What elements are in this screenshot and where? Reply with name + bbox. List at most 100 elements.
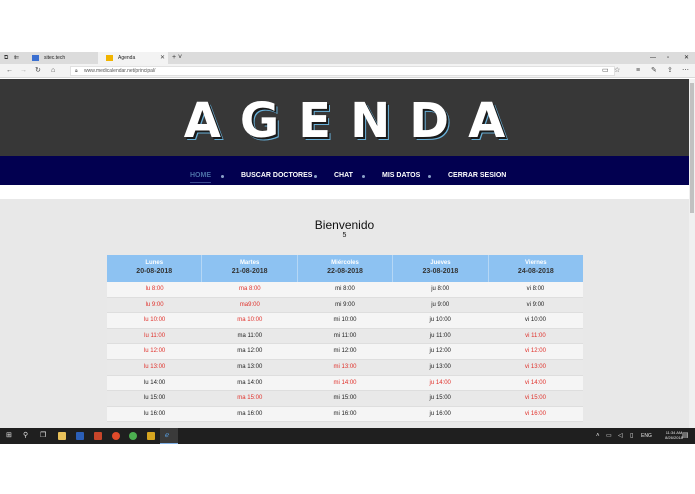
powerpoint-icon[interactable] <box>94 432 102 440</box>
time-slot[interactable]: vi 14:00 <box>487 376 584 392</box>
time-slot[interactable]: mi 11:00 <box>297 329 393 345</box>
time-slot[interactable]: vi 13:00 <box>487 360 584 376</box>
time-slot[interactable]: vi 8:00 <box>487 282 584 298</box>
forward-icon[interactable]: → <box>20 64 27 78</box>
time-slot[interactable]: ma 13:00 <box>202 360 298 376</box>
screen: ⧉ ⇇ sitec.tech Agenda ✕ + ˅ — ▫ ✕ ← → ↻ … <box>0 0 695 494</box>
day-name: Lunes <box>145 260 164 266</box>
time-slot[interactable]: ju 13:00 <box>392 360 488 376</box>
nav-home[interactable]: HOME <box>190 156 211 185</box>
nav-buscar-doctores[interactable]: BUSCAR DOCTORES <box>241 156 312 185</box>
tab-back-icon[interactable]: ⇇ <box>14 52 19 64</box>
tray-chevron-icon[interactable]: ˄ <box>596 428 600 444</box>
reading-view-icon[interactable]: ▭ <box>602 64 609 78</box>
task-view-icon[interactable]: ❐ <box>40 428 46 444</box>
time-slot[interactable]: mi 9:00 <box>297 298 393 314</box>
time-slot[interactable]: lu 10:00 <box>107 313 203 329</box>
time-slot[interactable]: ma9:00 <box>202 298 298 314</box>
time-slot[interactable]: ju 10:00 <box>392 313 488 329</box>
time-slot[interactable]: ma 10:00 <box>202 313 298 329</box>
hub-icon[interactable]: ≡ <box>636 64 640 78</box>
network-icon[interactable]: ▭ <box>606 428 612 444</box>
chrome-icon[interactable] <box>129 432 137 440</box>
time-slot[interactable]: ju 9:00 <box>392 298 488 314</box>
browser-tab-agenda[interactable]: Agenda ✕ <box>98 52 168 64</box>
share-icon[interactable]: ⇪ <box>667 64 673 78</box>
minimize-icon[interactable]: — <box>650 52 656 64</box>
home-icon[interactable]: ⌂ <box>51 64 55 78</box>
windows-start-icon[interactable]: ⊞ <box>6 428 12 444</box>
sublime-icon[interactable] <box>147 432 155 440</box>
time-slot[interactable]: vi 9:00 <box>487 298 584 314</box>
back-icon[interactable]: ← <box>6 64 13 78</box>
time-slot[interactable]: vi 10:00 <box>487 313 584 329</box>
day-name: Jueves <box>430 260 451 266</box>
time-slot[interactable]: mi 13:00 <box>297 360 393 376</box>
maximize-icon[interactable]: ▫ <box>667 52 669 64</box>
day-date: 24-08-2018 <box>517 268 554 275</box>
time-slot[interactable]: lu 11:00 <box>107 329 203 345</box>
time-slot[interactable]: lu 14:00 <box>107 376 203 392</box>
time-slot[interactable]: lu 16:00 <box>107 407 203 423</box>
notes-icon[interactable]: ✎ <box>651 64 657 78</box>
time-slot[interactable]: lu 9:00 <box>107 298 203 314</box>
time-slot[interactable]: ma 15:00 <box>202 391 298 407</box>
time-slot[interactable]: mi 15:00 <box>297 391 393 407</box>
language-indicator[interactable]: ENG <box>641 428 652 444</box>
close-tab-icon[interactable]: ✕ <box>160 52 165 64</box>
notification-icon[interactable]: ▤ <box>682 428 689 444</box>
time-slot[interactable]: ju 16:00 <box>392 407 488 423</box>
nav-separator <box>314 175 317 178</box>
page-scrollbar[interactable] <box>689 79 695 428</box>
more-icon[interactable]: ⋯ <box>682 64 689 78</box>
time-slot[interactable]: mi 16:00 <box>297 407 393 423</box>
time-slot[interactable]: ju 15:00 <box>392 391 488 407</box>
word-icon[interactable] <box>76 432 84 440</box>
firefox-icon[interactable] <box>112 432 120 440</box>
day-date: 23-08-2018 <box>422 268 459 275</box>
time-slot[interactable]: vi 11:00 <box>487 329 584 345</box>
schedule-table: Lunes 20-08-2018 Martes 21-08-2018 Miércoles… <box>107 255 584 423</box>
time-slot[interactable]: vi 12:00 <box>487 344 584 360</box>
battery-icon[interactable]: ▯ <box>630 428 633 444</box>
time-slot[interactable]: mi 10:00 <box>297 313 393 329</box>
time-slot[interactable]: ju 12:00 <box>392 344 488 360</box>
nav-chat[interactable]: CHAT <box>334 156 353 185</box>
day-header: Martes 21-08-2018 <box>202 255 298 282</box>
nav-cerrar-sesion[interactable]: CERRAR SESION <box>448 156 506 185</box>
time-slot[interactable]: ju 11:00 <box>392 329 488 345</box>
nav-mis-datos[interactable]: MIS DATOS <box>382 156 420 185</box>
time-slot[interactable]: lu 8:00 <box>107 282 203 298</box>
browser-tab-sitec[interactable]: sitec.tech <box>24 52 98 64</box>
scrollbar-thumb[interactable] <box>690 83 694 213</box>
time-slot[interactable]: mi 8:00 <box>297 282 393 298</box>
time-slot[interactable]: ju 14:00 <box>392 376 488 392</box>
new-tab-icon[interactable]: + ˅ <box>172 52 182 64</box>
time-slot[interactable]: ma 12:00 <box>202 344 298 360</box>
time-slot[interactable]: ma 14:00 <box>202 376 298 392</box>
time-slot[interactable]: mi 12:00 <box>297 344 393 360</box>
time-slot[interactable]: lu 12:00 <box>107 344 203 360</box>
nav-separator <box>221 175 224 178</box>
edge-taskbar-button[interactable]: ℯ <box>160 428 178 444</box>
time-slot[interactable]: lu 15:00 <box>107 391 203 407</box>
time-slot[interactable]: ma 16:00 <box>202 407 298 423</box>
search-icon[interactable]: ⚲ <box>23 428 28 444</box>
time-slot[interactable]: ma 8:00 <box>202 282 298 298</box>
time-slot[interactable]: lu 13:00 <box>107 360 203 376</box>
time-slot[interactable]: vi 15:00 <box>487 391 584 407</box>
volume-icon[interactable]: ◁ <box>618 428 623 444</box>
url-field[interactable]: 🔒︎ www.medicalendar.net/principal/ <box>70 66 615 76</box>
close-window-icon[interactable]: ✕ <box>684 52 689 64</box>
refresh-icon[interactable]: ↻ <box>35 64 41 78</box>
favorite-star-icon[interactable]: ☆ <box>614 64 620 78</box>
welcome-heading: Bienvenido <box>314 218 375 232</box>
time-slot[interactable]: ju 8:00 <box>392 282 488 298</box>
time-slot[interactable]: mi 14:00 <box>297 376 393 392</box>
time-slot[interactable]: vi 16:00 <box>487 407 584 423</box>
web-page: AGENDA HOME BUSCAR DOCTORES CHAT MIS DAT… <box>0 79 689 428</box>
tab-actions-icon[interactable]: ⧉ <box>4 52 8 64</box>
table-row: lu 9:00 ma9:00 mi 9:00 ju 9:00 vi 9:00 <box>107 297 584 314</box>
file-explorer-icon[interactable] <box>58 432 66 440</box>
time-slot[interactable]: ma 11:00 <box>202 329 298 345</box>
